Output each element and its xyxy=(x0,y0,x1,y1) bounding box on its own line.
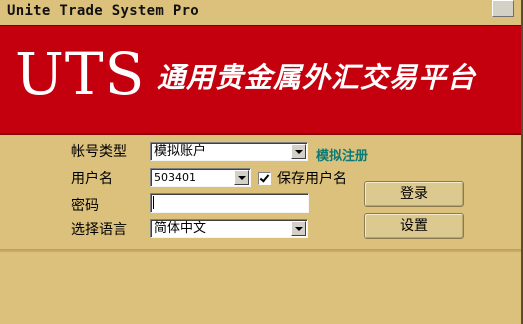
chevron-down-icon[interactable] xyxy=(234,170,249,185)
brand-banner: UTS 通用贵金属外汇交易平台 xyxy=(0,25,521,135)
title-bar: Unite Trade System Pro xyxy=(0,0,523,26)
language-select[interactable]: 简体中文 xyxy=(150,219,308,238)
save-username-checkbox[interactable] xyxy=(258,172,271,185)
account-type-select[interactable]: 模拟账户 xyxy=(150,142,308,161)
divider xyxy=(0,249,521,252)
banner-slogan: 通用贵金属外汇交易平台 xyxy=(157,61,477,94)
username-select[interactable]: 503401 xyxy=(150,168,251,187)
text-caret xyxy=(153,196,154,209)
password-label: 密码 xyxy=(71,198,99,214)
chevron-down-icon[interactable] xyxy=(291,221,306,236)
password-field[interactable] xyxy=(150,193,309,213)
account-type-value: 模拟账户 xyxy=(154,144,207,159)
account-type-label: 帐号类型 xyxy=(71,144,127,160)
window-title: Unite Trade System Pro xyxy=(7,3,200,19)
demo-register-link[interactable]: 模拟注册 xyxy=(316,145,368,164)
chevron-down-icon[interactable] xyxy=(291,144,306,159)
language-label: 选择语言 xyxy=(71,222,127,238)
login-button[interactable]: 登录 xyxy=(364,181,464,207)
uts-logo: UTS xyxy=(15,40,146,108)
username-value: 503401 xyxy=(154,171,196,184)
close-button[interactable] xyxy=(492,0,514,17)
save-username-label: 保存用户名 xyxy=(277,171,347,187)
settings-button[interactable]: 设置 xyxy=(364,213,464,239)
language-value: 简体中文 xyxy=(154,221,207,236)
username-label: 用户名 xyxy=(71,171,113,187)
